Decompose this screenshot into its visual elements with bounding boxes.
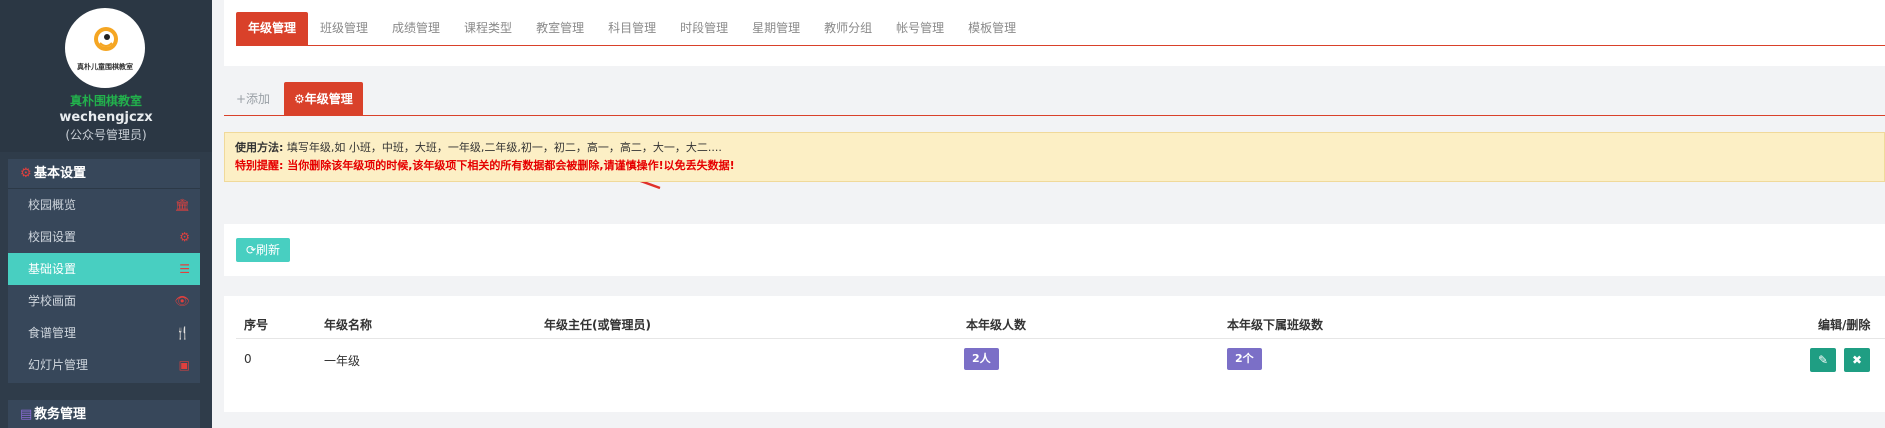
row-grade-name: 一年级 [324, 354, 361, 368]
tab-teacher-groups[interactable]: 教师分组 [812, 12, 884, 45]
column-header-class-count: 本年级下属班级数 [1227, 318, 1324, 332]
tab-grade-list[interactable]: ⚙年级管理 [284, 82, 363, 116]
delete-button[interactable]: ✖ [1844, 348, 1870, 372]
class-count-badge: 2个 [1227, 348, 1262, 370]
column-header-director: 年级主任(或管理员) [544, 318, 651, 332]
sidebar-item-slides[interactable]: 幻灯片管理 ▣ [8, 349, 200, 381]
top-tabs: 年级管理 班级管理 成绩管理 课程类型 教室管理 科目管理 时段管理 星期管理 … [236, 12, 1885, 46]
refresh-label: 刷新 [256, 243, 281, 257]
row-index: 0 [244, 352, 252, 366]
delete-warning: 特别提醒: 当你删除该年级项的时候,该年级项下相关的所有数据都会被删除,请谨慎操… [235, 159, 735, 172]
group-title: 基本设置 [34, 166, 87, 181]
logo-icon [94, 27, 118, 51]
sidebar-item-label: 校园设置 [28, 230, 77, 244]
list-icon: ☰ [179, 262, 190, 276]
usage-line: 使用方法: 填写年级,如 小班，中班，大班，一年级,二年级,初一，初二，高一，高… [235, 139, 1874, 155]
tab-template-management[interactable]: 模板管理 [956, 12, 1028, 45]
column-header-actions: 编辑/删除 [1818, 318, 1871, 332]
usage-text: 填写年级,如 小班，中班，大班，一年级,二年级,初一，初二，高一，高二，大一，大… [286, 141, 722, 154]
avatar[interactable]: 真朴儿童围棋教室 [65, 8, 145, 88]
sidebar-item-campus-settings[interactable]: 校园设置 ⚙ [8, 221, 200, 253]
menu-group-basic-settings: ⚙ 基本设置 校园概览 🏛 校园设置 ⚙ 基础设置 ☰ 学校画面 👁 食谱管理 🍴… [8, 159, 200, 383]
tab-period-management[interactable]: 时段管理 [668, 12, 740, 45]
sub-tabs-area: +添加 ⚙年级管理 [224, 80, 1885, 190]
top-tabs-panel: 年级管理 班级管理 成绩管理 课程类型 教室管理 科目管理 时段管理 星期管理 … [224, 0, 1885, 66]
sidebar-item-label: 学校画面 [28, 294, 77, 308]
tab-classroom-management[interactable]: 教室管理 [524, 12, 596, 45]
sidebar-item-label: 幻灯片管理 [28, 358, 89, 372]
database-icon: ▤ [20, 407, 33, 422]
sidebar-item-campus-overview[interactable]: 校园概览 🏛 [8, 189, 200, 221]
usage-notice: 使用方法: 填写年级,如 小班，中班，大班，一年级,二年级,初一，初二，高一，高… [224, 132, 1885, 182]
tab-course-types[interactable]: 课程类型 [452, 12, 524, 45]
close-icon: ✖ [1851, 353, 1863, 367]
tab-label: 年级管理 [304, 92, 353, 106]
tab-account-management[interactable]: 帐号管理 [884, 12, 956, 45]
sidebar-item-label: 食谱管理 [28, 326, 77, 340]
sidebar-profile: 真朴儿童围棋教室 真朴围棋教室 wechengjczx (公众号管理员) [0, 0, 212, 152]
image-icon: ▣ [178, 358, 190, 372]
eye-icon: 👁 [174, 294, 190, 308]
group-title: 教务管理 [34, 407, 87, 422]
toolbar-panel: ⟳刷新 [224, 224, 1885, 276]
gear-icon: ⚙ [294, 92, 305, 106]
sidebar-item-recipes[interactable]: 食谱管理 🍴 [8, 317, 200, 349]
bank-icon: 🏛 [174, 198, 190, 212]
pencil-icon: ✎ [1817, 353, 1829, 367]
sidebar: 真朴儿童围棋教室 真朴围棋教室 wechengjczx (公众号管理员) ⚙ 基本… [0, 0, 212, 428]
sub-tabs: +添加 ⚙年级管理 [224, 80, 1885, 116]
refresh-icon: ⟳ [245, 243, 257, 257]
gear-icon: ⚙ [20, 166, 32, 181]
column-header-index: 序号 [244, 318, 269, 332]
tab-score-management[interactable]: 成绩管理 [380, 12, 452, 45]
tab-subject-management[interactable]: 科目管理 [596, 12, 668, 45]
account-name: wechengjczx [59, 110, 153, 125]
sidebar-item-label: 校园概览 [28, 198, 77, 212]
sidebar-item-school-images[interactable]: 学校画面 👁 [8, 285, 200, 317]
tab-weekday-management[interactable]: 星期管理 [740, 12, 812, 45]
utensils-icon: 🍴 [175, 326, 190, 340]
avatar-caption: 真朴儿童围棋教室 [77, 63, 133, 71]
column-header-student-count: 本年级人数 [966, 318, 1027, 332]
sidebar-item-basic-settings[interactable]: 基础设置 ☰ [8, 253, 200, 285]
refresh-button[interactable]: ⟳刷新 [236, 238, 290, 262]
header-divider [236, 338, 1885, 339]
student-count-badge: 2人 [964, 348, 999, 370]
tab-grade-management[interactable]: 年级管理 [236, 12, 309, 45]
edit-button[interactable]: ✎ [1810, 348, 1836, 372]
menu-group-academic: ▤ 教务管理 [8, 400, 200, 428]
grade-table: 序号 年级名称 年级主任(或管理员) 本年级人数 本年级下属班级数 编辑/删除 … [224, 296, 1885, 412]
account-role: (公众号管理员) [65, 128, 147, 142]
school-name: 真朴围棋教室 [69, 94, 142, 108]
usage-label: 使用方法: [235, 141, 284, 154]
menu-group-header[interactable]: ⚙ 基本设置 [8, 159, 200, 189]
column-header-grade-name: 年级名称 [324, 318, 373, 332]
tab-class-management[interactable]: 班级管理 [308, 12, 380, 45]
sidebar-item-label: 基础设置 [28, 262, 77, 276]
menu-group-header[interactable]: ▤ 教务管理 [8, 400, 200, 428]
add-grade-tab[interactable]: +添加 [236, 90, 270, 107]
gear-icon: ⚙ [179, 230, 190, 244]
